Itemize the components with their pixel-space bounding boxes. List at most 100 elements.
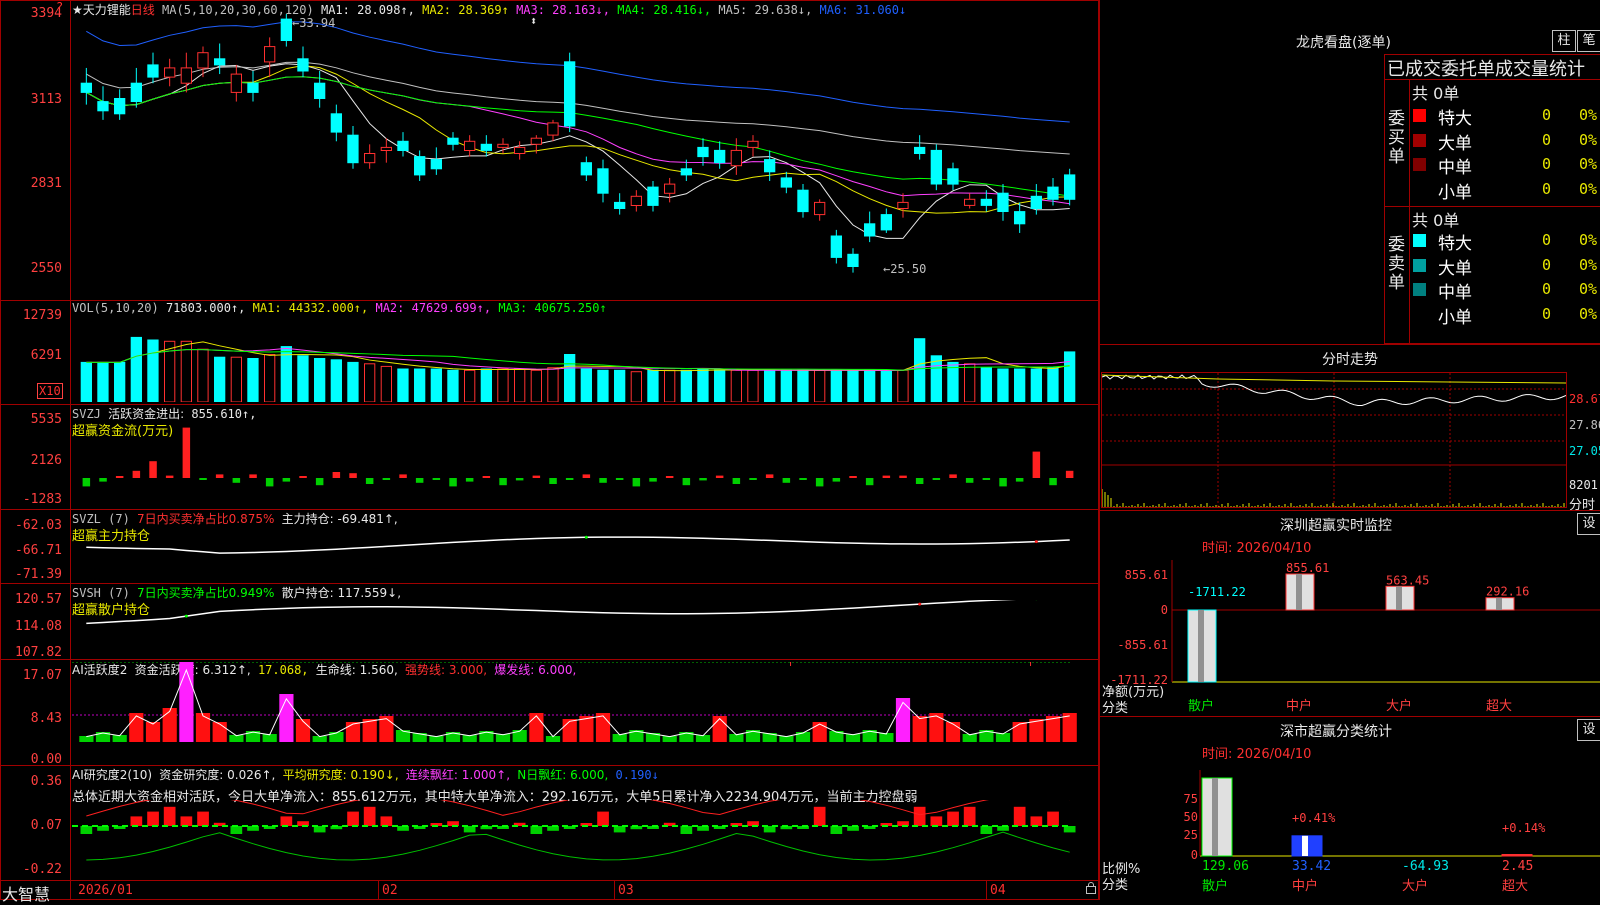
top-marker: ?: [56, 0, 63, 14]
candle-body: [931, 150, 941, 184]
ai-research-chart[interactable]: [72, 800, 1098, 878]
research-bar: [831, 826, 843, 834]
ai2-red-streak: 连续飘红: 1.000↑,: [406, 768, 510, 782]
monitor-top-border: [1100, 510, 1600, 511]
classify-title: 深市超赢分类统计: [1280, 721, 1392, 741]
date-tick: [986, 881, 987, 899]
classify-category: 散户: [1202, 878, 1228, 894]
retail-holding-chart[interactable]: [72, 600, 1098, 658]
volume-bar: [315, 359, 325, 403]
fund-flow-bar: [466, 478, 474, 482]
activity-bar: [946, 722, 960, 742]
classify-category: 超大: [1502, 879, 1528, 894]
retail-holding-line-dot: [185, 615, 188, 618]
svzl-tick: -71.39: [0, 567, 62, 582]
research-bar: [681, 826, 693, 834]
sell-row-count: 0: [1542, 231, 1551, 249]
low-price-label: ←25.50: [883, 262, 926, 276]
fund-flow-chart[interactable]: [72, 420, 1098, 508]
volume-bar: [848, 370, 858, 402]
volume-chart[interactable]: [72, 314, 1098, 402]
fund-flow-bar: [799, 478, 807, 480]
activity-bar: [896, 698, 910, 742]
monitor-title: 深圳超赢实时监控: [1280, 515, 1392, 535]
monitor-cat-label: 分类: [1102, 697, 1128, 716]
volume-bar: [148, 340, 158, 402]
sell-row-name: 中单: [1438, 278, 1472, 303]
fund-flow-bar: [366, 478, 374, 484]
up-arrow-marker: ↑: [1027, 662, 1034, 669]
intraday-top-border: [1100, 344, 1600, 345]
volume-bar: [498, 369, 508, 402]
monitor-bar-chart[interactable]: -1711.22散户855.61中户563.45大户292.16超大: [1100, 560, 1600, 720]
volume-bar: [598, 370, 608, 402]
candle-body: [115, 99, 125, 114]
fund-flow-bar: [1049, 478, 1057, 485]
main-tick: 2550: [0, 261, 62, 276]
fund-flow-bar: [816, 478, 824, 486]
classify-settings-button[interactable]: 设: [1577, 719, 1600, 741]
candlestick-chart[interactable]: [72, 14, 1098, 299]
ma-line-4: [86, 77, 1069, 196]
tick-view-button[interactable]: 笔: [1577, 30, 1600, 52]
main-holding-chart[interactable]: [72, 525, 1098, 581]
sell-row-percent: 0%: [1579, 231, 1597, 249]
candle-body: [981, 199, 991, 205]
candle-body: [815, 202, 825, 214]
candle-body: [1015, 212, 1025, 224]
fund-flow-bar: [433, 478, 441, 480]
sell-row-count: 0: [1542, 280, 1551, 298]
volume-bar: [931, 356, 941, 402]
volume-bar: [665, 370, 675, 402]
volume-bar: [381, 366, 391, 402]
svzj-tick: 5535: [0, 412, 62, 427]
classify-cat-label: 分类: [1102, 874, 1128, 893]
fund-flow-bar: [949, 474, 957, 478]
vol-tick: 12739: [0, 308, 62, 323]
activity-bar: [913, 716, 927, 742]
volume-bar: [115, 362, 125, 402]
candle-body: [731, 150, 741, 165]
candle-body: [365, 154, 375, 163]
fund-flow-bar: [766, 474, 774, 478]
candle-body: [881, 215, 891, 230]
candle-body: [98, 102, 108, 111]
classify-bar-chart[interactable]: 129.06散户33.42+0.41%中户-64.93大户2.45+0.14%超…: [1100, 770, 1600, 900]
main-tick: 3394: [0, 6, 62, 21]
vol-tick: 6291: [0, 348, 62, 363]
research-bar: [531, 826, 543, 834]
volume-bar: [898, 370, 908, 402]
candle-body: [915, 147, 925, 153]
buy-row-percent: 0%: [1579, 131, 1597, 149]
buy-row-count: 0: [1542, 106, 1551, 124]
ai-activity-chart[interactable]: ↑↑: [72, 662, 1098, 764]
research-bar: [181, 816, 193, 826]
svzj-tick: 2126: [0, 453, 62, 468]
monitor-settings-button[interactable]: 设: [1577, 513, 1600, 535]
volume-bar: [631, 372, 641, 402]
activity-bar: [296, 719, 310, 742]
sell-row-color-swatch: [1413, 283, 1426, 296]
bar-view-button[interactable]: 柱: [1552, 30, 1576, 52]
fund-flow-bar: [583, 474, 591, 478]
buy-row-name: 小单: [1438, 178, 1472, 203]
date-tick: [614, 881, 615, 899]
fund-flow-bar: [849, 476, 857, 478]
volume-bar: [998, 369, 1008, 402]
svzl-tick: -62.03: [0, 518, 62, 533]
fund-flow-bar: [166, 476, 174, 478]
vol-unit-badge[interactable]: X10: [37, 383, 63, 399]
lock-icon[interactable]: [1086, 886, 1096, 894]
order-side-divider: [1409, 79, 1410, 344]
classify-change-label: +0.41%: [1292, 811, 1336, 825]
fund-flow-bar: [83, 478, 91, 486]
activity-bar: [713, 716, 727, 742]
classify-top-border: [1100, 716, 1600, 717]
monitor-bar-shade: [1296, 574, 1302, 610]
monitor-category: 超大: [1486, 699, 1512, 714]
intraday-chart[interactable]: [1102, 373, 1566, 507]
ai2-n-red: N日飘红: 6.000,: [517, 768, 608, 782]
classify-bar-shade: [1302, 836, 1308, 856]
svzl-ratio: 7日内买卖净占比0.875%: [137, 512, 274, 526]
activity-bar: [529, 713, 543, 742]
